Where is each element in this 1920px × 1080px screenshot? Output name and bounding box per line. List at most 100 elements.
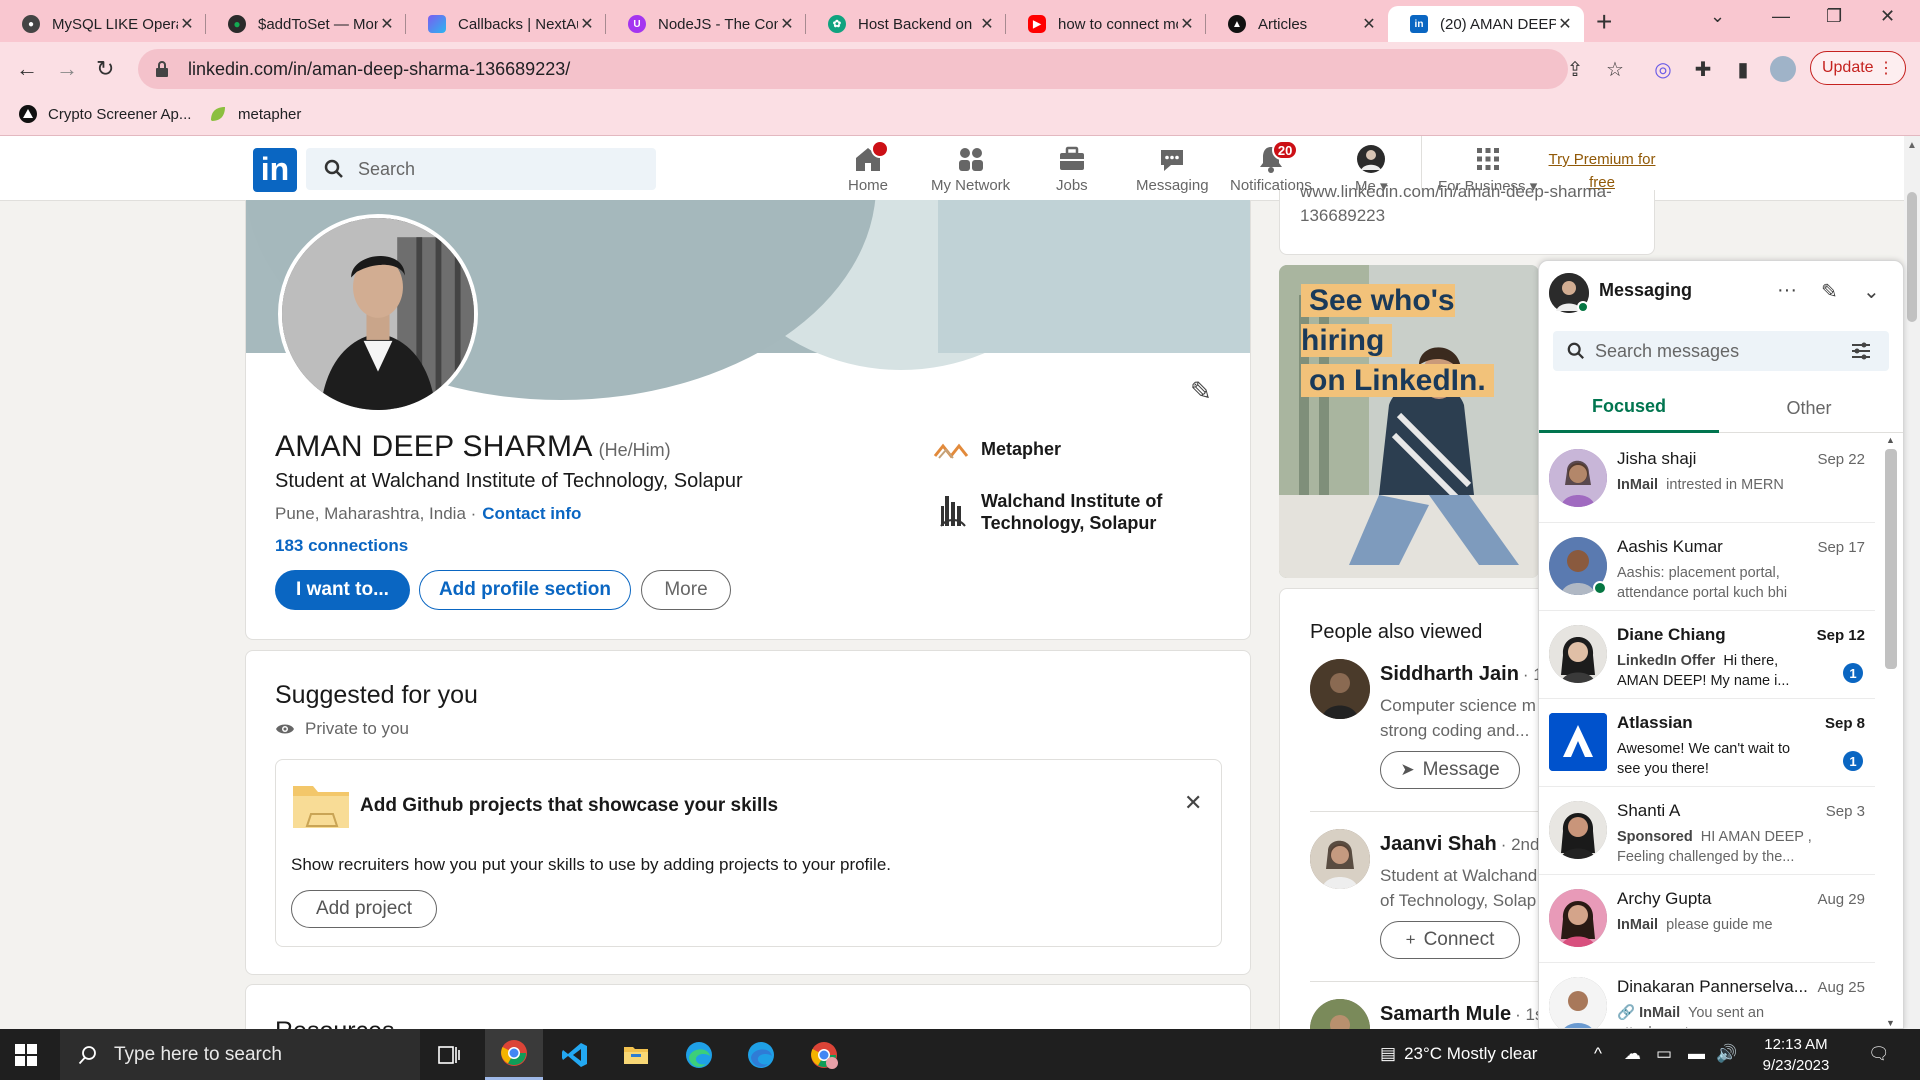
forward-icon[interactable]: → <box>56 56 78 82</box>
vscode-taskbar-icon[interactable] <box>546 1029 604 1080</box>
scrollbar-thumb[interactable] <box>1907 192 1917 322</box>
bookmark-item[interactable]: Crypto Screener Ap... <box>18 104 191 124</box>
edge-taskbar-icon[interactable] <box>670 1029 728 1080</box>
current-company-metapher[interactable]: Metaphe­r <box>933 438 1061 466</box>
show-hidden-icons-chevron-icon[interactable]: ^ <box>1594 1044 1602 1064</box>
browser-tab[interactable]: U NodeJS - The Complete ✕ <box>606 6 806 42</box>
nav-messaging[interactable]: Messaging <box>1136 144 1209 200</box>
side-panel-icon[interactable]: ▮ <box>1730 56 1756 82</box>
conversation-item[interactable]: Shanti A Sep 3 Sponsored HI AMAN DEEP , … <box>1539 787 1875 875</box>
notification-center-icon[interactable]: 🗨 <box>1868 1044 1890 1064</box>
edit-pencil-icon[interactable]: ✎ <box>1190 376 1222 408</box>
contact-name: Diane Chiang <box>1617 625 1726 644</box>
chrome-taskbar-icon[interactable] <box>485 1029 543 1080</box>
close-icon[interactable]: ✕ <box>1556 14 1574 34</box>
nav-my-network[interactable]: My Network <box>931 144 1010 200</box>
scroll-down-icon[interactable]: ▼ <box>1886 1018 1895 1028</box>
contact-info-link[interactable]: Contact info <box>482 504 581 523</box>
contact-name: Archy Gupta <box>1617 889 1712 908</box>
chrome-profile-taskbar-icon[interactable] <box>795 1029 853 1080</box>
connections-link[interactable]: 183 connections <box>275 536 408 556</box>
chevron-down-icon[interactable]: ⌄ <box>1863 279 1880 304</box>
battery-icon[interactable]: ▬ <box>1688 1044 1705 1064</box>
messaging-scrollbar[interactable]: ▲ ▼ <box>1879 433 1903 1028</box>
browser-tab[interactable]: ● $addToSet — MongoDB ✕ <box>206 6 406 42</box>
more-button[interactable]: More <box>641 570 731 610</box>
conversation-item[interactable]: Diane Chiang Sep 12 LinkedIn Offer Hi th… <box>1539 611 1875 699</box>
tab-other[interactable]: Other <box>1719 383 1899 433</box>
profile-photo[interactable] <box>278 214 478 414</box>
search-messages-input[interactable]: Search messages <box>1553 331 1889 371</box>
weather-widget[interactable]: ▤ 23°C Mostly clear <box>1380 1044 1537 1064</box>
i-want-to-button[interactable]: I want to... <box>275 570 410 610</box>
new-tab-icon[interactable]: + <box>1596 6 1612 38</box>
back-icon[interactable]: ← <box>16 56 38 82</box>
browser-tab[interactable]: ▶ how to connect mongodb ✕ <box>1006 6 1206 42</box>
conversation-item[interactable]: Dinakaran Pannerselva... Aug 25 🔗 InMail… <box>1539 963 1875 1028</box>
message-button[interactable]: ➤ Message <box>1380 751 1520 789</box>
scroll-up-icon[interactable]: ▲ <box>1886 435 1895 445</box>
update-button[interactable]: Update ⋮ <box>1810 51 1906 85</box>
close-icon[interactable]: ✕ <box>178 14 196 34</box>
tab-search-chevron-icon[interactable]: ⌄ <box>1710 6 1725 27</box>
task-view-icon[interactable] <box>420 1029 478 1080</box>
conversation-preview: Aashis: placement portal, attendance por… <box>1617 563 1817 603</box>
browser-tab[interactable]: ▲ Articles ✕ <box>1206 6 1388 42</box>
browser-tab-active[interactable]: in (20) AMAN DEEP SHARMA ✕ <box>1388 6 1584 42</box>
network-display-icon[interactable]: ▭ <box>1656 1044 1672 1064</box>
browser-tab[interactable]: ✿ Host Backend on ✕ <box>806 6 1006 42</box>
global-search-input[interactable]: Search <box>306 148 656 190</box>
close-icon[interactable]: ✕ <box>1184 790 1202 816</box>
contact-avatar <box>1549 801 1607 859</box>
close-icon[interactable]: ✕ <box>378 14 396 34</box>
minimize-icon[interactable]: — <box>1772 6 1790 27</box>
close-icon[interactable]: ✕ <box>1178 14 1196 34</box>
share-icon[interactable]: ⇪ <box>1562 56 1588 82</box>
close-icon[interactable]: ✕ <box>1360 14 1378 34</box>
close-icon[interactable]: ✕ <box>778 14 796 34</box>
page-scrollbar[interactable]: ▲ <box>1904 136 1920 1029</box>
system-clock[interactable]: 12:13 AM 9/23/2023 <box>1748 1034 1844 1076</box>
scroll-up-icon[interactable]: ▲ <box>1907 140 1917 151</box>
extensions-puzzle-icon[interactable]: ✚ <box>1690 56 1716 82</box>
close-icon[interactable]: ✕ <box>978 14 996 34</box>
onedrive-icon[interactable]: ☁ <box>1624 1044 1641 1064</box>
bookmark-item[interactable]: metapher <box>208 104 301 124</box>
conversation-item[interactable]: Jisha shaji Sep 22 InMail intrested in M… <box>1539 435 1875 523</box>
profile-avatar-icon[interactable] <box>1770 56 1796 82</box>
browser-tab[interactable]: ● MySQL LIKE Operator ✕ <box>0 6 206 42</box>
connect-button[interactable]: + Connect <box>1380 921 1520 959</box>
conversation-item[interactable]: Atlassian Sep 8 Awesome! We can't wait t… <box>1539 699 1875 787</box>
conversation-item[interactable]: Archy Gupta Aug 29 InMail please guide m… <box>1539 875 1875 963</box>
add-project-button[interactable]: Add project <box>291 890 437 928</box>
more-options-icon[interactable]: ··· <box>1777 279 1797 302</box>
reload-icon[interactable]: ↻ <box>96 56 114 82</box>
volume-icon[interactable]: 🔊 <box>1716 1044 1737 1064</box>
nav-home[interactable]: Home <box>848 140 889 200</box>
nav-jobs[interactable]: Jobs <box>1056 144 1088 200</box>
maximize-icon[interactable]: ❐ <box>1826 6 1842 27</box>
hiring-ad-card[interactable]: See who's hiring on LinkedIn. <box>1279 265 1539 578</box>
filter-icon[interactable] <box>1851 341 1871 361</box>
tab-focused[interactable]: Focused <box>1539 383 1719 433</box>
add-profile-section-button[interactable]: Add profile section <box>419 570 631 610</box>
atlassian-logo-icon <box>1549 713 1607 771</box>
taskbar-search-input[interactable]: Type here to search <box>60 1029 420 1080</box>
close-icon[interactable]: ✕ <box>578 14 596 34</box>
compose-icon[interactable]: ✎ <box>1821 279 1838 304</box>
address-bar[interactable]: linkedin.com/in/aman-deep-sharma-1366892… <box>138 49 1568 89</box>
browser-tab[interactable]: Callbacks | NextAuth.js ✕ <box>406 6 606 42</box>
messaging-header[interactable]: Messaging ··· ✎ ⌄ <box>1539 261 1903 323</box>
bookmark-star-icon[interactable]: ☆ <box>1602 56 1628 82</box>
education-walchand[interactable]: Walchand Institute of Technology, Solapur <box>933 490 1162 534</box>
public-profile-url[interactable]: www.linkedin.com/in/aman-deep-sharma- 13… <box>1300 182 1612 228</box>
linkedin-logo-icon[interactable]: in <box>253 148 297 192</box>
scrollbar-thumb[interactable] <box>1885 449 1897 669</box>
edge-dev-taskbar-icon[interactable] <box>732 1029 790 1080</box>
conversation-item[interactable]: Aashis Kumar Sep 17 Aashis: placement po… <box>1539 523 1875 611</box>
file-explorer-taskbar-icon[interactable] <box>607 1029 665 1080</box>
window-close-icon[interactable]: ✕ <box>1880 6 1895 27</box>
windows-start-icon[interactable] <box>14 1043 38 1067</box>
extension-copilot-icon[interactable]: ◎ <box>1650 56 1676 82</box>
add-person-icon: + <box>1405 930 1416 949</box>
